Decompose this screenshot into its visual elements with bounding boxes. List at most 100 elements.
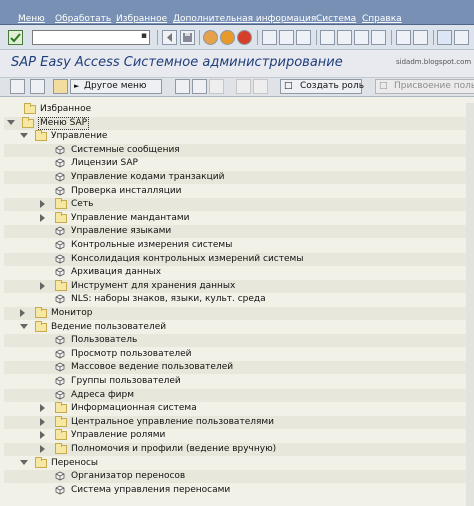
expand-arrow-icon[interactable] xyxy=(40,200,45,209)
tree-node-label: Монитор xyxy=(51,308,93,318)
find-next-icon[interactable] xyxy=(296,30,311,45)
tree-folder-node[interactable]: Полномочия и профили (ведение вручную) xyxy=(4,443,470,456)
transaction-cube-icon xyxy=(55,390,65,400)
command-history-icon[interactable]: ▪ xyxy=(141,31,147,41)
last-page-icon[interactable] xyxy=(371,30,386,45)
folder-open-icon xyxy=(35,130,47,142)
menu-tree: Избранное Меню SAP Управление Системные соо… xyxy=(4,103,474,506)
tree-transaction-node[interactable]: Управление языками xyxy=(4,225,470,239)
find-icon[interactable] xyxy=(279,30,294,45)
tree-transaction-node[interactable]: Адреса фирм xyxy=(4,388,470,402)
tree-node-label: Системные сообщения xyxy=(71,144,180,155)
folder-icon xyxy=(55,279,67,291)
tree-node-label: Полномочия и профили (ведение вручную) xyxy=(71,444,277,454)
menu-item-extras[interactable]: Дополнительная информация xyxy=(173,14,316,24)
tree-folder-node[interactable]: Переносы xyxy=(4,456,470,470)
layout-menu-icon[interactable] xyxy=(454,30,469,45)
print-icon[interactable] xyxy=(262,30,277,45)
tree-folder-node[interactable]: Ведение пользователей xyxy=(4,320,470,334)
transaction-cube-icon xyxy=(55,485,65,495)
first-page-icon[interactable] xyxy=(320,30,335,45)
tree-transaction-node[interactable]: Архивация данных xyxy=(4,266,470,279)
tree-node-label: Пользователь xyxy=(71,335,138,346)
enter-icon[interactable] xyxy=(8,30,23,45)
tree-folder-node[interactable]: Управление xyxy=(4,130,470,143)
collapse-arrow-icon[interactable] xyxy=(20,459,28,465)
assign-users-button[interactable]: □ Присвоение польз xyxy=(375,79,474,94)
tree-folder-node[interactable]: Управление ролями xyxy=(4,429,470,442)
expand-arrow-icon[interactable] xyxy=(40,281,45,290)
tree-node-label: Ведение пользователей xyxy=(51,321,167,332)
collapse-arrow-icon[interactable] xyxy=(7,119,15,125)
menu-item-system[interactable]: Система xyxy=(316,14,356,24)
menu-item-menu[interactable]: Меню xyxy=(18,14,45,24)
tree-folder-node[interactable]: Сеть xyxy=(4,198,470,212)
expand-arrow-icon[interactable] xyxy=(40,404,45,413)
back-icon[interactable] xyxy=(203,30,218,45)
tree-node-label: Просмотр пользователей xyxy=(71,348,192,359)
collapse-arrow-icon[interactable] xyxy=(20,133,28,139)
shortcut-icon[interactable] xyxy=(413,30,428,45)
command-field[interactable]: ▪ xyxy=(32,30,150,45)
tree-folder-node[interactable]: Монитор xyxy=(4,307,470,320)
collapse-arrow-icon[interactable] xyxy=(20,323,28,329)
folder-icon xyxy=(55,429,67,441)
folder-icon xyxy=(55,443,67,454)
expand-arrow-icon[interactable] xyxy=(20,309,25,317)
tree-transaction-node[interactable]: Массовое ведение пользователей xyxy=(4,361,470,375)
tree-transaction-node[interactable]: Консолидация контрольных измерений систе… xyxy=(4,252,470,266)
delete-favorite-icon[interactable] xyxy=(192,79,207,94)
cancel-icon[interactable] xyxy=(237,30,252,45)
tree-transaction-node[interactable]: Проверка инсталляции xyxy=(4,185,470,198)
menu-item-edit[interactable]: Обработать xyxy=(55,14,111,24)
tree-node-label: Массовое ведение пользователей xyxy=(71,362,234,373)
move-up-icon[interactable] xyxy=(253,79,268,94)
tree-node-label: Управление ролями xyxy=(71,430,166,441)
tree-transaction-node[interactable]: NLS: наборы знаков, языки, культ. среда xyxy=(4,293,470,306)
tree-transaction-node[interactable]: Группы пользователей xyxy=(4,375,470,388)
tree-folder-node[interactable]: Управление мандантами xyxy=(4,211,470,225)
tree-transaction-node[interactable]: Просмотр пользователей xyxy=(4,348,470,361)
tree-transaction-node[interactable]: Лицензии SAP xyxy=(4,157,470,170)
tree-transaction-node[interactable]: Организатор переносов xyxy=(4,470,470,484)
vertical-scrollbar[interactable] xyxy=(466,103,474,506)
save-icon[interactable] xyxy=(180,30,195,45)
other-menu-button[interactable]: ► Другое меню xyxy=(70,79,162,94)
tree-folder-node[interactable]: Меню SAP xyxy=(4,116,470,130)
separator xyxy=(433,30,434,45)
expand-arrow-icon[interactable] xyxy=(40,431,45,440)
expand-arrow-icon[interactable] xyxy=(40,417,45,426)
menu-item-help[interactable]: Справка xyxy=(362,14,402,24)
watermark: sidadm.blogspot.com xyxy=(396,58,472,66)
move-down-icon[interactable] xyxy=(236,79,251,94)
change-favorite-icon[interactable] xyxy=(209,79,224,94)
tree-node-label: Переносы xyxy=(51,457,98,468)
menu-icon[interactable] xyxy=(10,79,25,94)
tree-transaction-node[interactable]: Управление кодами транзакций xyxy=(4,171,470,184)
back-arrow-icon[interactable] xyxy=(162,30,177,45)
exit-icon[interactable] xyxy=(220,30,235,45)
add-favorite-icon[interactable] xyxy=(175,79,190,94)
create-role-button[interactable]: □ Создать роль xyxy=(280,79,364,94)
next-page-icon[interactable] xyxy=(354,30,369,45)
tree-transaction-node[interactable]: Система управления переносами xyxy=(4,484,470,497)
expand-arrow-icon[interactable] xyxy=(40,445,45,453)
tree-folder-node[interactable]: Центральное управление пользователями xyxy=(4,415,470,429)
arrow-right-icon: ► xyxy=(74,82,80,90)
tree-transaction-node[interactable]: Системные сообщения xyxy=(4,143,470,157)
menu-item-favorites[interactable]: Избранное xyxy=(116,14,167,24)
tree-folder-node[interactable]: Избранное xyxy=(4,103,470,116)
transaction-cube-icon xyxy=(55,335,65,345)
tree-folder-node[interactable]: Инструмент для хранения данных xyxy=(4,279,470,293)
tree-transaction-node[interactable]: Пользователь xyxy=(4,334,470,348)
user-menu-icon[interactable] xyxy=(30,79,45,94)
tree-folder-node[interactable]: Информационная система xyxy=(4,402,470,415)
new-session-icon[interactable] xyxy=(396,30,411,45)
tree-transaction-node[interactable]: Контрольные измерения системы xyxy=(4,239,470,252)
help-icon[interactable] xyxy=(437,30,452,45)
previous-page-icon[interactable] xyxy=(337,30,352,45)
folder-icon xyxy=(55,211,67,223)
standard-toolbar: ▪ xyxy=(0,25,474,50)
expand-arrow-icon[interactable] xyxy=(40,213,45,222)
tree-node-label: Центральное управление пользователями xyxy=(71,416,275,427)
